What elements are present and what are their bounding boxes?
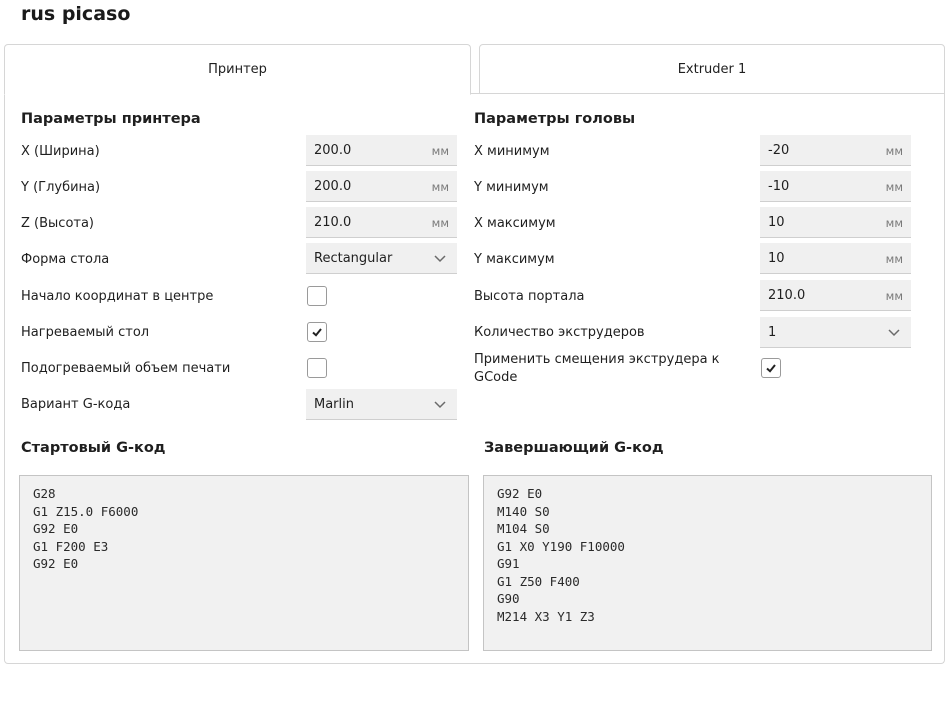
y-depth-value: 200.0 <box>314 179 352 194</box>
gcode-flavor-label: Вариант G-кода <box>21 397 131 412</box>
x-max-input[interactable]: 10 мм <box>760 207 911 238</box>
heated-volume-label: Подогреваемый объем печати <box>21 361 231 376</box>
gcode-flavor-select[interactable]: Marlin <box>306 389 457 420</box>
start-gcode-title: Стартовый G-код <box>21 440 166 456</box>
heated-volume-checkbox[interactable] <box>307 358 327 378</box>
gantry-height-input[interactable]: 210.0 мм <box>760 280 911 311</box>
x-width-label: X (Ширина) <box>21 144 100 159</box>
y-max-unit: мм <box>885 252 903 266</box>
y-depth-label: Y (Глубина) <box>21 180 101 195</box>
x-width-input[interactable]: 200.0 мм <box>306 135 457 166</box>
y-max-input[interactable]: 10 мм <box>760 243 911 274</box>
y-max-label: Y максимум <box>474 252 555 267</box>
chevron-down-icon <box>888 329 900 337</box>
y-depth-unit: мм <box>431 180 449 194</box>
y-min-label: Y минимум <box>474 180 549 195</box>
gantry-height-unit: мм <box>885 289 903 303</box>
head-settings-title: Параметры головы <box>474 111 636 127</box>
apply-offsets-checkbox[interactable] <box>761 358 781 378</box>
gantry-height-value: 210.0 <box>768 288 806 303</box>
gantry-height-label: Высота портала <box>474 289 585 304</box>
origin-center-label: Начало координат в центре <box>21 289 214 304</box>
gcode-flavor-value: Marlin <box>314 397 354 412</box>
end-gcode-textarea[interactable]: G92 E0 M140 S0 M104 S0 G1 X0 Y190 F10000… <box>483 475 932 651</box>
x-min-value: -20 <box>768 143 790 158</box>
y-depth-input[interactable]: 200.0 мм <box>306 171 457 202</box>
checkmark-icon <box>312 328 322 337</box>
y-min-unit: мм <box>885 180 903 194</box>
heated-bed-checkbox[interactable] <box>307 322 327 342</box>
extruder-count-select[interactable]: 1 <box>760 317 911 348</box>
z-height-value: 210.0 <box>314 215 352 230</box>
origin-center-checkbox[interactable] <box>307 286 327 306</box>
tab-printer[interactable]: Принтер <box>4 44 471 95</box>
x-max-value: 10 <box>768 215 785 230</box>
tab-extruder-1[interactable]: Extruder 1 <box>479 44 945 94</box>
apply-offsets-label: Применить смещения экструдера к GCode <box>474 352 720 385</box>
z-height-unit: мм <box>431 216 449 230</box>
window-title: rus picaso <box>21 3 131 25</box>
extruder-count-label: Количество экструдеров <box>474 325 645 340</box>
x-width-value: 200.0 <box>314 143 352 158</box>
chevron-down-icon <box>434 255 446 263</box>
y-max-value: 10 <box>768 251 785 266</box>
z-height-input[interactable]: 210.0 мм <box>306 207 457 238</box>
heated-bed-label: Нагреваемый стол <box>21 325 150 340</box>
x-max-unit: мм <box>885 216 903 230</box>
start-gcode-textarea[interactable]: G28 G1 Z15.0 F6000 G92 E0 G1 F200 E3 G92… <box>19 475 469 651</box>
checkmark-icon <box>766 364 776 373</box>
x-max-label: X максимум <box>474 216 556 231</box>
bed-shape-value: Rectangular <box>314 251 393 266</box>
y-min-input[interactable]: -10 мм <box>760 171 911 202</box>
y-min-value: -10 <box>768 179 790 194</box>
extruder-count-value: 1 <box>768 325 777 340</box>
x-min-input[interactable]: -20 мм <box>760 135 911 166</box>
x-width-unit: мм <box>431 144 449 158</box>
end-gcode-title: Завершающий G-код <box>484 440 664 456</box>
x-min-label: X минимум <box>474 144 550 159</box>
bed-shape-label: Форма стола <box>21 252 110 267</box>
bed-shape-select[interactable]: Rectangular <box>306 243 457 274</box>
z-height-label: Z (Высота) <box>21 216 95 231</box>
printer-settings-title: Параметры принтера <box>21 111 201 127</box>
x-min-unit: мм <box>885 144 903 158</box>
chevron-down-icon <box>434 401 446 409</box>
